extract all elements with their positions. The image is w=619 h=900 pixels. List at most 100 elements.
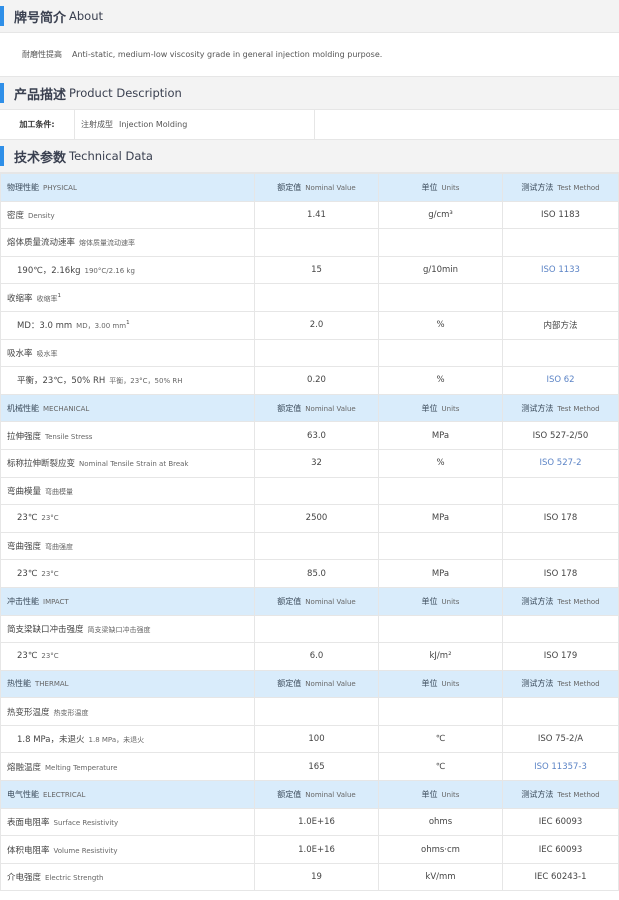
property-name-cell: 热变形温度 热变形温度: [0, 697, 255, 726]
test-method-cell: ISO 178: [502, 559, 619, 588]
table-row: 1.8 MPa，未退火 1.8 MPa，未退火 100 ℃ ISO 75-2/A: [0, 724, 619, 754]
property-group-header: 热性能 THERMAL 额定值 Nominal Value 单位 Units 测试方法 Tes…: [0, 669, 619, 699]
property-name-cn: 1.8 MPa，未退火: [17, 735, 85, 746]
property-name-cn: 密度: [7, 210, 25, 221]
property-name-cell: 简支梁缺口冲击强度 简支梁缺口冲击强度: [0, 614, 255, 644]
test-method-cell: [502, 228, 619, 257]
test-method-cell[interactable]: ISO 1133: [502, 255, 619, 285]
test-method-cell: IEC 60093: [502, 807, 619, 837]
test-method-cell: [502, 338, 619, 368]
property-name-en: 23°C: [41, 514, 59, 523]
table-row: 熔体质量流动速率 熔体质量流动速率: [0, 228, 619, 257]
group-header-cell: 额定值 Nominal Value: [254, 780, 379, 809]
property-name-cn: 热变形温度: [7, 707, 50, 718]
test-method-cell: IEC 60243-1: [502, 862, 619, 892]
header-cn: 测试方法: [521, 679, 554, 689]
group-header-cell: 机械性能 MECHANICAL: [0, 393, 255, 423]
property-name-cell: 23℃ 23°C: [0, 559, 255, 588]
test-method-cell: [502, 476, 619, 506]
property-name-cell: 介电强度 Electric Strength: [0, 862, 255, 892]
property-name-en: MD，3.00 mm: [76, 322, 127, 331]
about-key: 耐磨性提高: [22, 50, 62, 59]
group-header-cell: 额定值 Nominal Value: [254, 586, 379, 616]
property-name-cn: 23℃: [17, 513, 38, 524]
nominal-value-cell: 6.0: [254, 642, 379, 671]
processing-condition-row: 加工条件: 注射成型 Injection Molding: [0, 110, 619, 140]
header-en: Nominal Value: [305, 183, 356, 192]
processing-value-cn: 注射成型: [81, 120, 113, 129]
property-name-en: Volume Resistivity: [53, 846, 118, 855]
property-name-cell: 体积电阻率 Volume Resistivity: [0, 835, 255, 864]
property-group-header: 机械性能 MECHANICAL 额定值 Nominal Value 单位 Units 测试方…: [0, 393, 619, 423]
property-name-cell: 弯曲模量 弯曲模量: [0, 476, 255, 506]
property-name-cn: 弯曲模量: [7, 486, 42, 497]
test-method-cell: [502, 531, 619, 561]
property-name-cell: 190℃，2.16kg 190°C/2.16 kg: [0, 255, 255, 285]
table-row: 体积电阻率 Volume Resistivity 1.0E+16 ohms·cm IEC…: [0, 835, 619, 864]
test-method-cell[interactable]: ISO 11357-3: [502, 752, 619, 782]
test-method-cell: ISO 75-2/A: [502, 724, 619, 754]
header-en: PHYSICAL: [43, 183, 77, 192]
test-method-cell[interactable]: ISO 62: [502, 366, 619, 395]
property-name-cell: 拉伸强度 Tensile Stress: [0, 421, 255, 450]
table-row: 23℃ 23°C 2500 MPa ISO 178: [0, 504, 619, 533]
nominal-value-cell: 85.0: [254, 559, 379, 588]
property-name-cn: MD：3.0 mm: [17, 321, 73, 332]
header-en: Units: [441, 790, 460, 799]
test-method-cell[interactable]: ISO 527-2: [502, 448, 619, 478]
property-name-en: Electric Strength: [45, 874, 104, 883]
table-row: 23℃ 23°C 6.0 kJ/m² ISO 179: [0, 642, 619, 671]
property-group-header: 物理性能 PHYSICAL 额定值 Nominal Value 单位 Units 测试方法 T…: [0, 173, 619, 202]
product-section-header: 产品描述 Product Description: [0, 77, 619, 110]
header-cn: 单位: [421, 596, 438, 606]
nominal-value-cell: 100: [254, 724, 379, 754]
about-title-en: About: [69, 9, 104, 23]
nominal-value-cell: 15: [254, 255, 379, 285]
property-name-cn: 熔体质量流动速率: [7, 238, 76, 249]
tech-title-cn: 技术参数: [14, 150, 67, 166]
units-cell: ℃: [378, 752, 503, 782]
units-cell: [378, 531, 503, 561]
group-header-cell: 冲击性能 IMPACT: [0, 586, 255, 616]
header-cn: 单位: [421, 403, 438, 413]
property-name-cell: 标称拉伸断裂应变 Nominal Tensile Strain at Break: [0, 448, 255, 478]
property-name-en: 熔体质量流动速率: [79, 239, 136, 248]
technical-data-table: 物理性能 PHYSICAL 额定值 Nominal Value 单位 Units 测试方法 T…: [0, 173, 619, 892]
header-cn: 机械性能: [7, 403, 39, 413]
header-cn: 电气性能: [7, 789, 39, 799]
header-cn: 测试方法: [521, 182, 554, 192]
table-row: 23℃ 23°C 85.0 MPa ISO 178: [0, 559, 619, 588]
header-en: Nominal Value: [305, 404, 356, 413]
test-method-cell: [502, 283, 619, 312]
group-header-cell: 热性能 THERMAL: [0, 669, 255, 699]
group-header-cell: 测试方法 Test Method: [502, 393, 619, 423]
test-method-cell: ISO 527-2/50: [502, 421, 619, 450]
table-row: 表面电阻率 Surface Resistivity 1.0E+16 ohms IEC 6…: [0, 807, 619, 837]
header-cn: 测试方法: [521, 403, 554, 413]
group-header-cell: 测试方法 Test Method: [502, 586, 619, 616]
property-name-cn: 23℃: [17, 651, 38, 662]
header-en: Test Method: [557, 680, 600, 689]
header-en: Units: [441, 183, 460, 192]
property-name-en: Nominal Tensile Strain at Break: [79, 460, 189, 469]
property-group-header: 冲击性能 IMPACT 额定值 Nominal Value 单位 Units 测试方法 Tes…: [0, 586, 619, 616]
property-group-header: 电气性能 ELECTRICAL 额定值 Nominal Value 单位 Units 测试方…: [0, 780, 619, 809]
units-cell: kV/mm: [378, 862, 503, 892]
property-name-en: 23°C: [41, 569, 59, 578]
group-header-cell: 电气性能 ELECTRICAL: [0, 780, 255, 809]
header-en: Nominal Value: [305, 680, 356, 689]
table-row: 熔融温度 Melting Temperature 165 ℃ ISO 11357-3: [0, 752, 619, 782]
nominal-value-cell: [254, 531, 379, 561]
property-name-en: 简支梁缺口冲击强度: [87, 625, 151, 634]
property-name-cell: 表面电阻率 Surface Resistivity: [0, 807, 255, 837]
units-cell: [378, 697, 503, 726]
group-header-cell: 测试方法 Test Method: [502, 780, 619, 809]
table-row: 平衡，23℃，50% RH 平衡，23°C，50% RH 0.20% ISO 62: [0, 366, 619, 395]
nominal-value-cell: 2.0: [254, 310, 379, 340]
product-title-en: Product Description: [69, 86, 182, 100]
about-content: 耐磨性提高 Anti-static, medium-low viscosity …: [0, 33, 619, 77]
property-name-cn: 23℃: [17, 568, 38, 579]
test-method-cell: ISO 179: [502, 642, 619, 671]
header-cn: 单位: [421, 679, 438, 689]
footnote-marker: 1: [57, 292, 62, 299]
